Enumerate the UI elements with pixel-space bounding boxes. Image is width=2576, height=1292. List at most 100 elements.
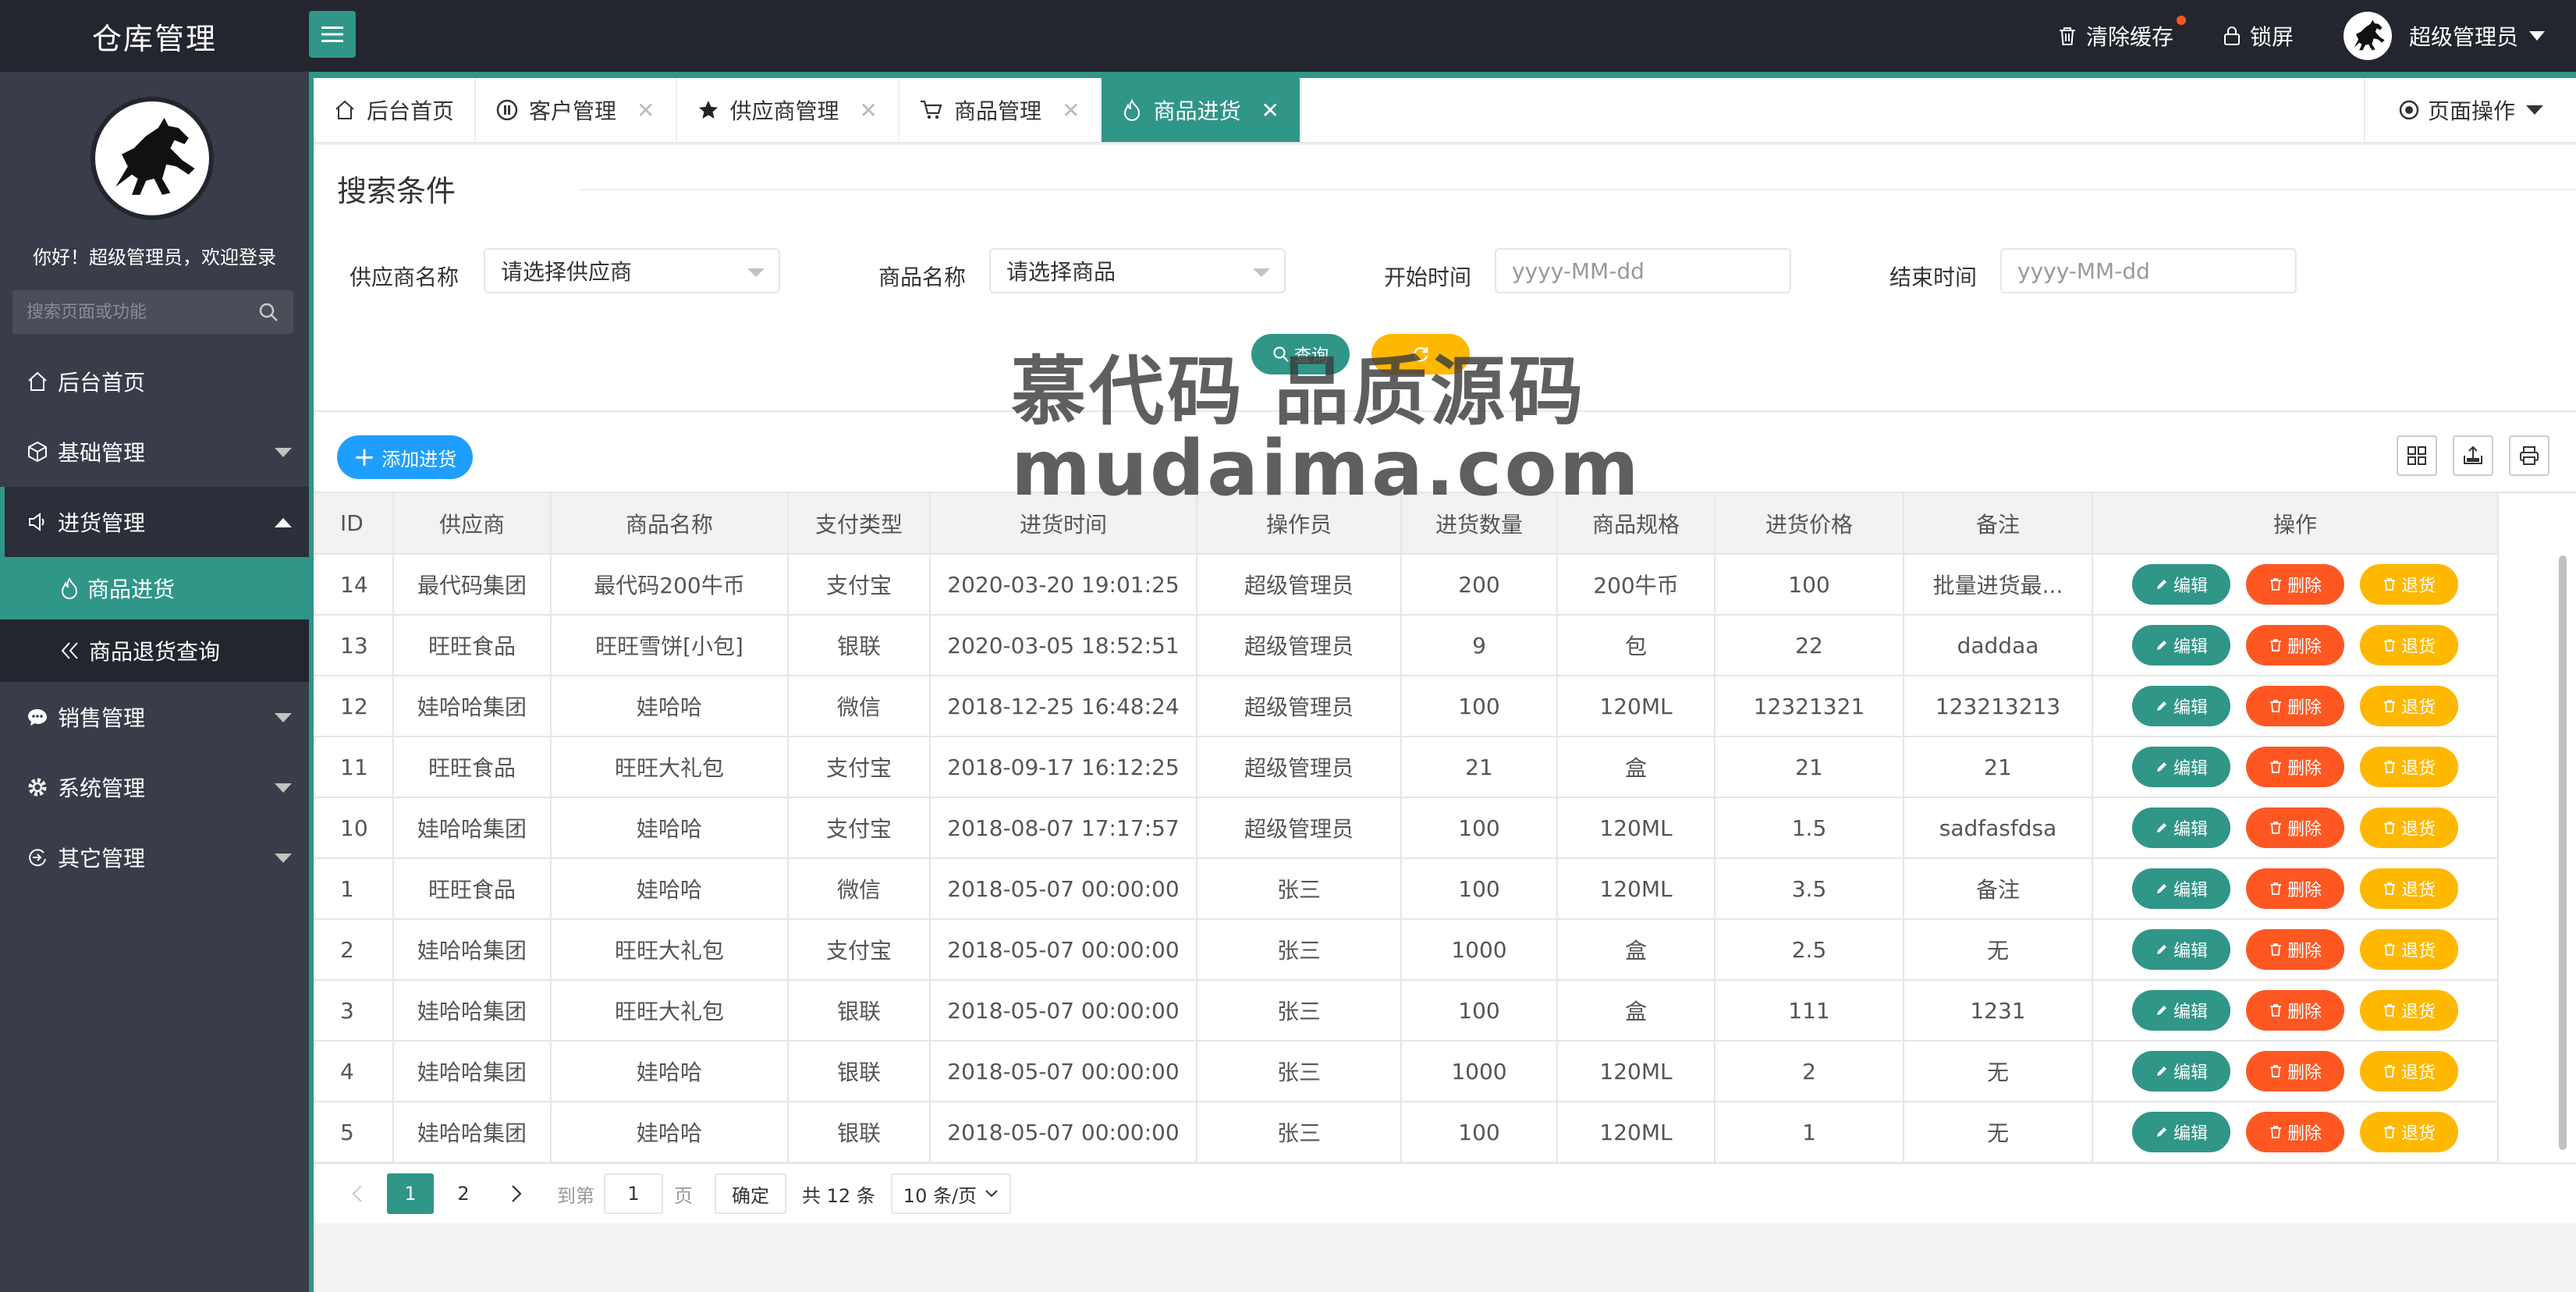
sidebar-subitem-return-query[interactable]: 商品退货查询 <box>0 619 309 682</box>
edit-button[interactable]: 编辑 <box>2132 868 2230 909</box>
delete-button[interactable]: 删除 <box>2246 990 2344 1031</box>
prev-page-button[interactable] <box>334 1173 381 1214</box>
cell-remark: 无 <box>1904 919 2093 981</box>
return-button[interactable]: 退货 <box>2360 564 2458 605</box>
delete-button[interactable]: 删除 <box>2246 564 2344 605</box>
page-operations-dropdown[interactable]: 页面操作 <box>2364 78 2576 142</box>
edit-button[interactable]: 编辑 <box>2132 990 2230 1031</box>
edit-button[interactable]: 编辑 <box>2132 1051 2230 1091</box>
goto-confirm-button[interactable]: 确定 <box>715 1173 786 1214</box>
edit-button[interactable]: 编辑 <box>2132 747 2230 787</box>
delete-button[interactable]: 删除 <box>2246 1051 2344 1091</box>
goods-select[interactable]: 请选择商品 <box>989 248 1286 293</box>
table-row[interactable]: 2 娃哈哈集团 旺旺大礼包 支付宝 2018-05-07 00:00:00 张三 1000 盒… <box>314 919 2499 981</box>
delete-button[interactable]: 删除 <box>2246 868 2344 909</box>
home-icon <box>334 99 356 121</box>
page-button-1[interactable]: 1 <box>387 1173 434 1214</box>
start-time-input[interactable]: yyyy-MM-dd <box>1495 248 1791 293</box>
table-row[interactable]: 10 娃哈哈集团 娃哈哈 支付宝 2018-08-07 17:17:57 超级管理员 100… <box>314 797 2499 859</box>
return-button[interactable]: 退货 <box>2360 1051 2458 1091</box>
tab-goods[interactable]: 商品管理 ✕ <box>899 78 1102 142</box>
lock-screen-button[interactable]: 锁屏 <box>2223 20 2294 51</box>
return-button[interactable]: 退货 <box>2360 990 2458 1031</box>
edit-button[interactable]: 编辑 <box>2132 808 2230 848</box>
close-icon[interactable]: ✕ <box>1261 98 1279 123</box>
sidebar-item-other[interactable]: 其它管理 <box>0 822 309 893</box>
column-header-remark[interactable]: 备注 <box>1904 493 2093 555</box>
trash-icon <box>2269 1064 2283 1078</box>
return-button[interactable]: 退货 <box>2360 686 2458 726</box>
cell-spec: 120ML <box>1557 1102 1716 1163</box>
table-row[interactable]: 13 旺旺食品 旺旺雪饼[小包] 银联 2020-03-05 18:52:51 超级管理员… <box>314 615 2499 676</box>
tab-home[interactable]: 后台首页 <box>314 78 477 142</box>
goto-page-input[interactable] <box>604 1173 663 1214</box>
table-row[interactable]: 1 旺旺食品 娃哈哈 微信 2018-05-07 00:00:00 张三 100 120ML 3… <box>314 858 2499 920</box>
close-icon[interactable]: ✕ <box>860 98 878 123</box>
column-header-price[interactable]: 进货价格 <box>1715 493 1904 555</box>
cell-price: 1.5 <box>1715 797 1904 859</box>
close-icon[interactable]: ✕ <box>637 98 655 123</box>
delete-button[interactable]: 删除 <box>2246 625 2344 666</box>
delete-button[interactable]: 删除 <box>2246 929 2344 970</box>
cart-icon <box>920 99 943 121</box>
sidebar-item-sales[interactable]: 销售管理 <box>0 682 309 752</box>
tab-customer[interactable]: 客户管理 ✕ <box>476 78 677 142</box>
user-menu[interactable]: 超级管理员 <box>2343 12 2545 60</box>
column-header-id[interactable]: ID <box>314 493 394 555</box>
columns-icon <box>2407 446 2426 465</box>
table-row[interactable]: 5 娃哈哈集团 娃哈哈 银联 2018-05-07 00:00:00 张三 100 120ML… <box>314 1102 2499 1163</box>
page-button-2[interactable]: 2 <box>440 1173 487 1214</box>
return-button[interactable]: 退货 <box>2360 747 2458 787</box>
next-page-button[interactable] <box>493 1173 540 1214</box>
table-scrollbar[interactable] <box>2559 555 2567 1150</box>
trash-icon <box>2269 1125 2283 1139</box>
close-icon[interactable]: ✕ <box>1062 98 1080 123</box>
cell-goods: 娃哈哈 <box>551 676 789 737</box>
table-row[interactable]: 14 最代码集团 最代码200牛币 支付宝 2020-03-20 19:01:25 超级管… <box>314 554 2499 616</box>
supplier-select[interactable]: 请选择供应商 <box>484 248 780 293</box>
table-row[interactable]: 11 旺旺食品 旺旺大礼包 支付宝 2018-09-17 16:12:25 超级管理员 21… <box>314 737 2499 798</box>
column-header-supplier[interactable]: 供应商 <box>393 493 552 555</box>
sidebar-item-home[interactable]: 后台首页 <box>0 346 309 417</box>
table-row[interactable]: 12 娃哈哈集团 娃哈哈 微信 2018-12-25 16:48:24 超级管理员 100 1… <box>314 676 2499 737</box>
sidebar-search-input[interactable] <box>27 302 257 322</box>
sidebar-item-basic[interactable]: 基础管理 <box>0 417 309 487</box>
delete-button[interactable]: 删除 <box>2246 747 2344 787</box>
return-button[interactable]: 退货 <box>2360 625 2458 666</box>
cell-supplier: 旺旺食品 <box>393 858 552 920</box>
return-button[interactable]: 退货 <box>2360 1112 2458 1152</box>
export-button[interactable] <box>2453 435 2493 476</box>
menu-toggle-button[interactable] <box>309 11 356 58</box>
delete-button[interactable]: 删除 <box>2246 1112 2344 1152</box>
table-row[interactable]: 4 娃哈哈集团 娃哈哈 银联 2018-05-07 00:00:00 张三 1000 120M… <box>314 1041 2499 1102</box>
add-purchase-button[interactable]: + 添加进货 <box>337 435 473 479</box>
delete-button[interactable]: 删除 <box>2246 808 2344 848</box>
edit-button[interactable]: 编辑 <box>2132 686 2230 726</box>
return-button[interactable]: 退货 <box>2360 929 2458 970</box>
sidebar-item-purchase[interactable]: 进货管理 <box>0 487 309 557</box>
return-button[interactable]: 退货 <box>2360 868 2458 909</box>
table-row[interactable]: 3 娃哈哈集团 旺旺大礼包 银联 2018-05-07 00:00:00 张三 100 盒 11… <box>314 980 2499 1042</box>
sidebar-item-system[interactable]: 系统管理 <box>0 752 309 822</box>
page-size-select[interactable]: 10 条/页 <box>890 1173 1012 1214</box>
search-icon[interactable] <box>257 301 279 323</box>
cell-supplier: 旺旺食品 <box>393 615 552 676</box>
delete-button[interactable]: 删除 <box>2246 686 2344 726</box>
tab-goods-purchase[interactable]: 商品进货 ✕ <box>1102 78 1301 142</box>
column-header-pay-type[interactable]: 支付类型 <box>788 493 931 555</box>
sidebar-subitem-goods-purchase[interactable]: 商品进货 <box>0 557 309 619</box>
edit-button[interactable]: 编辑 <box>2132 564 2230 605</box>
return-button[interactable]: 退货 <box>2360 808 2458 848</box>
edit-button[interactable]: 编辑 <box>2132 1112 2230 1152</box>
edit-button[interactable]: 编辑 <box>2132 625 2230 666</box>
end-time-input[interactable]: yyyy-MM-dd <box>2000 248 2297 293</box>
print-button[interactable] <box>2509 435 2549 476</box>
cell-operator: 张三 <box>1197 1041 1402 1102</box>
clear-cache-button[interactable]: 清除缓存 <box>2058 16 2186 51</box>
goto-label: 到第 <box>557 1184 594 1207</box>
sidebar-item-label: 销售管理 <box>58 705 146 731</box>
column-header-goods[interactable]: 商品名称 <box>551 493 789 555</box>
column-filter-button[interactable] <box>2397 435 2437 476</box>
edit-button[interactable]: 编辑 <box>2132 929 2230 970</box>
tab-supplier[interactable]: 供应商管理 ✕ <box>677 78 899 142</box>
